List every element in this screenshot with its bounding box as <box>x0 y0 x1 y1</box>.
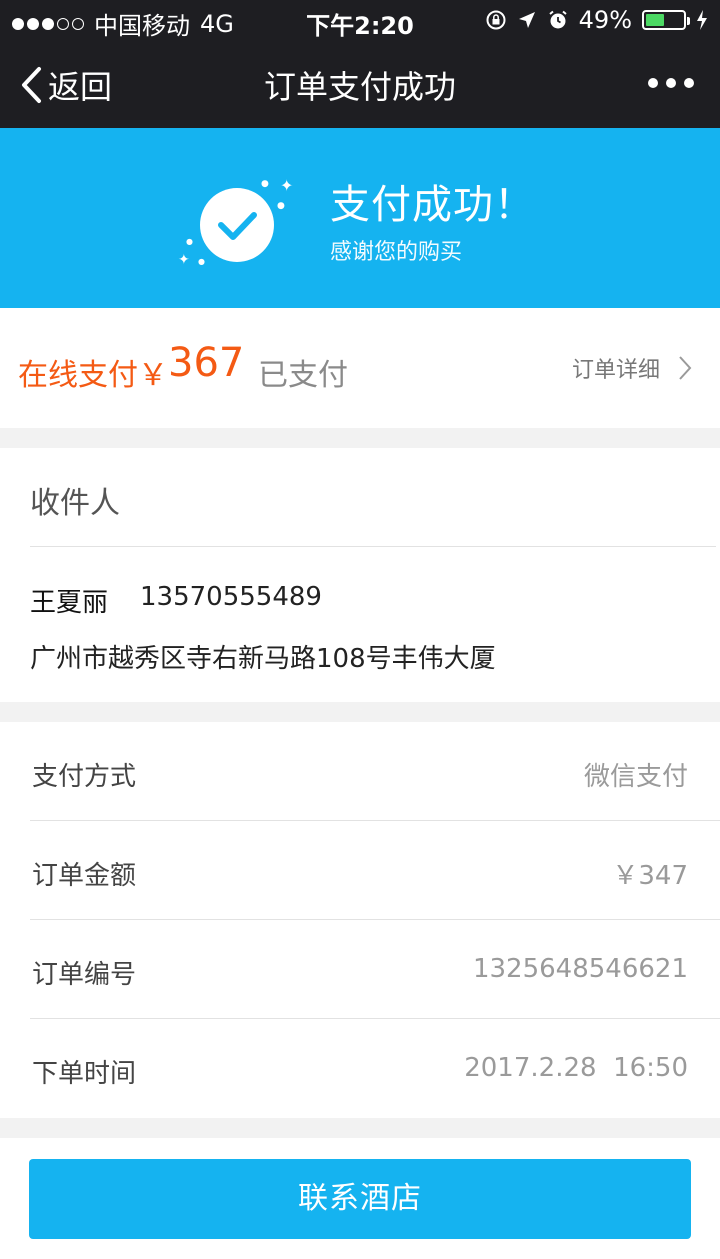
order-detail-link[interactable]: 订单详细 <box>572 352 692 384</box>
status-bar: 中国移动 4G 下午2:20 49% <box>0 0 720 40</box>
order-amount-row: 订单金额 ￥347 <box>0 821 720 920</box>
rotation-lock-icon <box>486 10 506 30</box>
divider <box>30 546 716 547</box>
order-detail-label: 订单详细 <box>571 358 660 383</box>
sparkle-icon: ● <box>198 257 205 266</box>
row-value: 微信支付 <box>583 762 688 792</box>
location-arrow-icon <box>518 12 535 28</box>
row-label: 订单编号 <box>32 960 137 990</box>
receiver-name: 王夏丽 <box>30 588 109 618</box>
row-label: 支付方式 <box>32 762 137 792</box>
receiver-heading: 收件人 <box>30 486 120 521</box>
order-number-row: 订单编号 1325648546621 <box>0 920 720 1019</box>
sparkle-icon: ✦ <box>178 252 190 268</box>
carrier-name: 中国移动 <box>94 12 190 40</box>
navigation-bar: 返回 订单支付成功 <box>0 40 720 128</box>
success-subtitle: 感谢您的购买 <box>330 240 463 265</box>
chevron-right-icon <box>679 356 692 380</box>
status-right: 49% <box>485 6 708 34</box>
order-info-list: 支付方式 微信支付 订单金额 ￥347 订单编号 1325648546621 下… <box>0 722 720 1118</box>
back-button[interactable]: 返回 <box>20 62 112 108</box>
row-value: 2017.2.28 16:50 <box>464 1053 688 1083</box>
battery-icon <box>642 10 690 30</box>
contact-hotel-button[interactable]: 联系酒店 <box>29 1159 691 1239</box>
row-value: 1325648546621 <box>472 954 688 984</box>
payment-amount: 367 <box>168 340 245 386</box>
sparkle-icon: ● <box>261 179 269 189</box>
charging-bolt-icon <box>697 10 707 30</box>
chevron-left-icon <box>22 67 41 103</box>
more-menu-icon[interactable] <box>648 78 694 88</box>
signal-strength-icon <box>12 17 84 30</box>
success-check-icon <box>200 188 274 262</box>
sparkle-icon: ● <box>186 237 193 246</box>
receiver-section: 收件人 王夏丽 13570555489 广州市越秀区寺右新马路108号丰伟大厦 <box>0 448 720 702</box>
row-value: ￥347 <box>612 861 688 891</box>
success-title: 支付成功！ <box>330 182 535 228</box>
payment-method-row: 支付方式 微信支付 <box>0 722 720 821</box>
status-left: 中国移动 4G <box>12 6 234 41</box>
row-label: 订单金额 <box>32 861 137 891</box>
receiver-address: 广州市越秀区寺右新马路108号丰伟大厦 <box>30 644 496 674</box>
battery-percent: 49% <box>578 6 632 34</box>
online-payment-label: 在线支付￥ <box>18 358 168 393</box>
payment-status: 已支付 <box>258 358 348 393</box>
order-time-row: 下单时间 2017.2.28 16:50 <box>0 1019 720 1118</box>
sparkle-icon: ✦ <box>280 176 294 195</box>
row-label: 下单时间 <box>32 1059 137 1089</box>
bottom-action-bar: 联系酒店 <box>0 1138 720 1259</box>
receiver-phone: 13570555489 <box>140 582 322 612</box>
sparkle-icon: ● <box>277 201 285 211</box>
battery-level-fill <box>646 14 664 26</box>
back-label: 返回 <box>48 68 113 106</box>
payment-summary: 在线支付￥ 367 已支付 订单详细 <box>0 308 720 428</box>
alarm-clock-icon <box>549 10 567 29</box>
success-banner: ✦ ● ● ● ✦ ● 支付成功！ 感谢您的购买 <box>0 128 720 308</box>
network-type: 4G <box>200 9 234 38</box>
